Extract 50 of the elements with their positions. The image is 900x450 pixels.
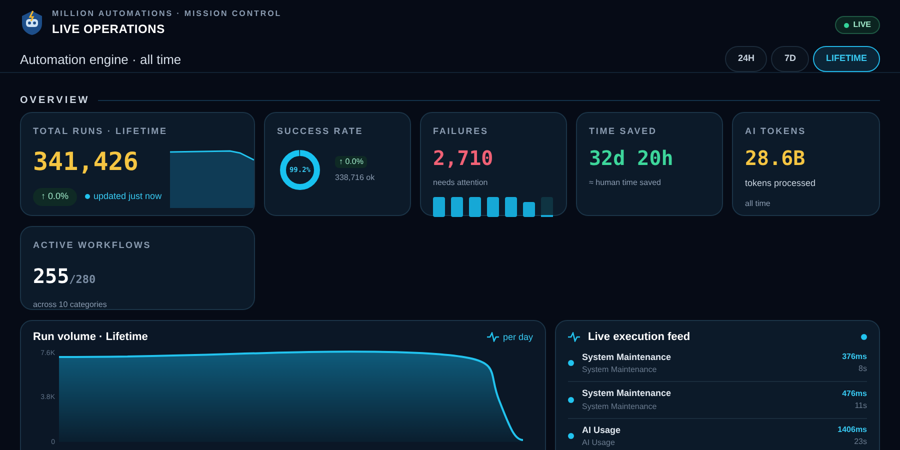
stat-value: 28.6B bbox=[745, 144, 806, 172]
stat-detail: tokens processed bbox=[745, 176, 817, 190]
card-label: SUCCESS RATE bbox=[277, 125, 364, 138]
run-duration: 476ms bbox=[842, 388, 867, 400]
run-age: 23s bbox=[854, 436, 867, 448]
delta-badge: ↑ 0.0% bbox=[335, 156, 368, 168]
ok-count: 338,716 ok bbox=[335, 172, 375, 184]
feed-item[interactable]: System Maintenance System Maintenance 376ms 8s bbox=[568, 346, 867, 382]
app-title: LIVE OPERATIONS bbox=[52, 21, 166, 38]
workflow-category: System Maintenance bbox=[582, 364, 658, 376]
robot-logo-icon bbox=[20, 10, 44, 36]
pulse-icon bbox=[568, 332, 580, 342]
stat-value: 2,710 bbox=[433, 144, 494, 172]
pulse-icon bbox=[486, 332, 499, 342]
card-label: TOTAL RUNS · LIFETIME bbox=[33, 125, 168, 138]
stat-value: 255 bbox=[33, 262, 70, 290]
feed-item[interactable]: AI Usage AI Usage 1406ms 23s bbox=[568, 418, 867, 450]
page-subtitle: Automation engine · all time bbox=[20, 51, 182, 69]
section-heading: OVERVIEW bbox=[20, 94, 90, 108]
range-tab[interactable]: 24H bbox=[724, 46, 768, 72]
feed-item[interactable]: System Maintenance System Maintenance 476ms 11s bbox=[568, 382, 867, 418]
stat-detail: across 10 categories bbox=[33, 298, 108, 310]
stat-value: 341,426 bbox=[33, 146, 138, 178]
range-tab[interactable]: LIFETIME bbox=[813, 46, 880, 72]
card-label: ACTIVE WORKFLOWS bbox=[33, 239, 152, 252]
workflow-name: System Maintenance bbox=[582, 350, 672, 364]
stat-detail: needs attention bbox=[433, 176, 489, 188]
workflow-name: AI Usage bbox=[582, 424, 622, 437]
feed-title: Live execution feed bbox=[588, 330, 690, 345]
live-badge: LIVE bbox=[835, 16, 880, 34]
card-label: TIME SAVED bbox=[589, 125, 658, 138]
card-label: AI TOKENS bbox=[745, 125, 807, 138]
run-duration: 1406ms bbox=[838, 424, 867, 436]
chart-title: Run volume · Lifetime bbox=[33, 330, 148, 345]
run-age: 8s bbox=[858, 363, 867, 376]
workflow-category: AI Usage bbox=[582, 437, 616, 449]
card-label: FAILURES bbox=[433, 125, 490, 138]
stat-value: 32d 20h bbox=[589, 144, 674, 172]
stat-note: all time bbox=[745, 198, 772, 210]
app-overline: MILLION AUTOMATIONS · MISSION CONTROL bbox=[52, 8, 282, 20]
stat-detail: ≈ human time saved bbox=[589, 176, 662, 188]
stat-total: /280 bbox=[69, 272, 96, 288]
update-status: updated just now bbox=[94, 190, 162, 203]
run-duration: 376ms bbox=[842, 351, 867, 364]
workflow-category: System Maintenance bbox=[582, 400, 658, 412]
range-tab[interactable]: 7D bbox=[771, 46, 809, 72]
delta-badge: ↑ 0.0% bbox=[33, 188, 77, 206]
run-age: 11s bbox=[854, 400, 867, 412]
chart-unit: per day bbox=[502, 330, 533, 344]
workflow-name: System Maintenance bbox=[582, 387, 672, 400]
